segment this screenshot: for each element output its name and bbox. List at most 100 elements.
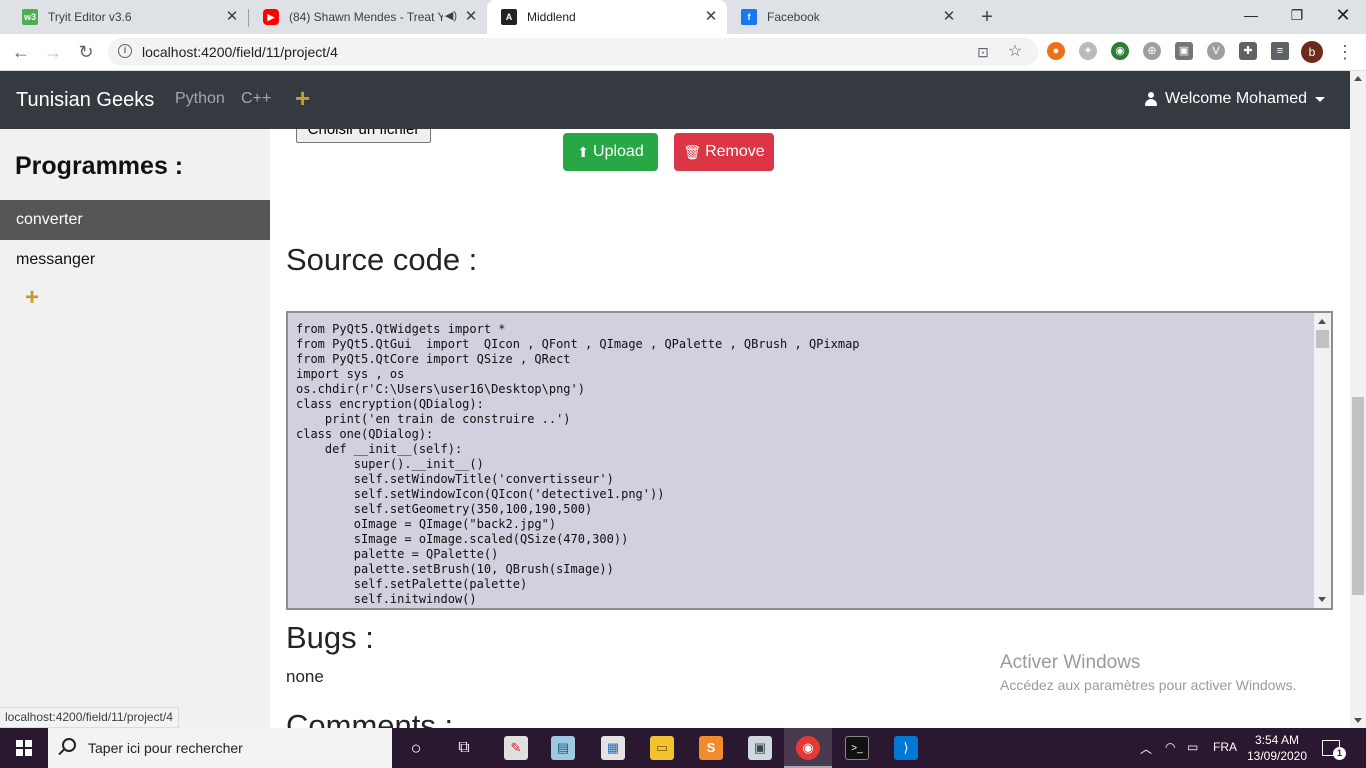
navbar-plus-button[interactable]: + bbox=[295, 85, 310, 111]
upload-icon: ⬆ bbox=[577, 144, 590, 160]
reload-button[interactable]: ↻ bbox=[74, 40, 98, 64]
code-scrollbar[interactable] bbox=[1314, 313, 1331, 608]
translate-icon[interactable]: ⊡ bbox=[974, 43, 992, 61]
address-bar[interactable]: i localhost:4200/field/11/project/4 ⊡ ☆ bbox=[108, 38, 1038, 66]
tab-title: Facebook bbox=[767, 10, 820, 24]
upload-button[interactable]: ⬆ Upload bbox=[563, 133, 658, 171]
new-tab-button[interactable]: + bbox=[976, 6, 998, 28]
welcome-user-dropdown[interactable]: Welcome Mohamed bbox=[1145, 90, 1325, 108]
forward-button[interactable]: → bbox=[41, 40, 65, 64]
page-scroll-thumb[interactable] bbox=[1352, 397, 1364, 595]
welcome-label: Welcome Mohamed bbox=[1165, 90, 1307, 107]
sidebar-item-converter[interactable]: converter bbox=[0, 200, 270, 240]
upload-label: Upload bbox=[593, 143, 644, 160]
page-scroll-up-icon[interactable] bbox=[1354, 76, 1362, 81]
tab-facebook[interactable]: f Facebook ✕ bbox=[727, 0, 965, 34]
cortana-icon[interactable]: ○ bbox=[404, 736, 428, 760]
tab-title: Tryit Editor v3.6 bbox=[48, 10, 132, 24]
site-info-icon[interactable]: i bbox=[118, 44, 132, 58]
remove-button[interactable]: 🗑 Remove bbox=[674, 133, 774, 171]
close-tab-icon[interactable]: ✕ bbox=[463, 9, 479, 25]
python-app-icon[interactable]: ▦ bbox=[601, 736, 625, 760]
brand-title[interactable]: Tunisian Geeks bbox=[16, 89, 154, 112]
extension-gear-icon[interactable]: ✦ bbox=[1079, 42, 1097, 60]
browser-menu-icon[interactable]: ⋮ bbox=[1336, 40, 1354, 64]
angular-icon: A bbox=[501, 9, 517, 25]
extension-lock-icon[interactable]: ▣ bbox=[1175, 42, 1193, 60]
browser-tab-strip: w3 Tryit Editor v3.6 ✕ ▶ (84) Shawn Mend… bbox=[0, 0, 1366, 34]
task-view-icon[interactable]: ⧉ bbox=[452, 736, 476, 760]
clock-time: 3:54 AM bbox=[1254, 733, 1300, 747]
paint-app-icon[interactable]: ✎ bbox=[504, 736, 528, 760]
source-code-text[interactable]: from PyQt5.QtWidgets import * from PyQt5… bbox=[296, 322, 860, 607]
back-button[interactable]: ← bbox=[9, 40, 33, 64]
extensions-puzzle-icon[interactable]: ✚ bbox=[1239, 42, 1257, 60]
terminal-icon[interactable]: >_ bbox=[845, 736, 869, 760]
tab-youtube[interactable]: ▶ (84) Shawn Mendes - Treat Y ◀) ✕ bbox=[249, 0, 487, 34]
page-scroll-down-icon[interactable] bbox=[1354, 718, 1362, 723]
browser-toolbar: ← → ↻ i localhost:4200/field/11/project/… bbox=[0, 34, 1366, 71]
youtube-icon: ▶ bbox=[263, 9, 279, 25]
close-window-button[interactable]: ✕ bbox=[1320, 0, 1366, 30]
chrome-icon[interactable]: ◉ bbox=[796, 736, 820, 760]
tab-middlend[interactable]: A Middlend ✕ bbox=[487, 0, 727, 34]
source-code-textarea[interactable]: from PyQt5.QtWidgets import * from PyQt5… bbox=[286, 311, 1333, 610]
tab-tryit-editor[interactable]: w3 Tryit Editor v3.6 ✕ bbox=[8, 0, 248, 34]
close-tab-icon[interactable]: ✕ bbox=[941, 9, 957, 25]
profile-avatar[interactable]: b bbox=[1301, 41, 1323, 63]
activate-windows-title: Activer Windows bbox=[1000, 652, 1141, 673]
trash-icon: 🗑 bbox=[683, 144, 702, 160]
notepad-app-icon[interactable]: ▤ bbox=[551, 736, 575, 760]
wifi-icon[interactable]: ◠ bbox=[1165, 740, 1175, 754]
w3schools-icon: w3 bbox=[22, 9, 38, 25]
scroll-up-icon[interactable] bbox=[1318, 319, 1326, 324]
restore-button[interactable]: ❐ bbox=[1274, 0, 1320, 30]
source-code-heading: Source code : bbox=[286, 242, 478, 277]
monitor-app-icon[interactable]: ▣ bbox=[748, 736, 772, 760]
taskbar-search[interactable]: Taper ici pour rechercher bbox=[48, 728, 392, 768]
activate-windows-subtitle: Accédez aux paramètres pour activer Wind… bbox=[1000, 677, 1297, 693]
bugs-heading: Bugs : bbox=[286, 620, 374, 655]
bookmark-star-icon[interactable]: ☆ bbox=[1006, 43, 1024, 61]
extension-firefox-icon[interactable]: ● bbox=[1047, 42, 1065, 60]
speaker-icon[interactable]: ◀) bbox=[445, 9, 457, 22]
file-explorer-icon[interactable]: ▭ bbox=[650, 736, 674, 760]
person-icon bbox=[1145, 92, 1157, 106]
facebook-icon: f bbox=[741, 9, 757, 25]
start-button[interactable] bbox=[0, 728, 48, 768]
dropdown-caret-icon bbox=[1314, 96, 1325, 102]
page-scrollbar[interactable] bbox=[1350, 71, 1366, 728]
language-indicator[interactable]: FRA bbox=[1213, 740, 1237, 754]
windows-logo-icon bbox=[16, 740, 32, 756]
windows-taskbar: Taper ici pour rechercher ○ ⧉ ✎ ▤ ▦ ▭ S … bbox=[0, 728, 1366, 768]
vscode-icon[interactable]: ⟩ bbox=[894, 736, 918, 760]
bugs-text: none bbox=[286, 667, 324, 686]
clock-date: 13/09/2020 bbox=[1246, 749, 1308, 763]
search-icon bbox=[62, 738, 76, 752]
extension-globe-icon[interactable]: ◉ bbox=[1111, 42, 1129, 60]
sidebar-title: Programmes : bbox=[15, 152, 184, 180]
extension-v-icon[interactable]: V bbox=[1207, 42, 1225, 60]
nav-cpp[interactable]: C++ bbox=[241, 90, 271, 108]
battery-icon[interactable]: ▭ bbox=[1187, 740, 1198, 754]
tab-title: (84) Shawn Mendes - Treat Y bbox=[289, 10, 443, 24]
search-placeholder: Taper ici pour rechercher bbox=[88, 740, 243, 756]
nav-python[interactable]: Python bbox=[175, 90, 225, 108]
close-tab-icon[interactable]: ✕ bbox=[224, 9, 240, 25]
tray-chevron-icon[interactable]: ︿ bbox=[1140, 740, 1152, 757]
add-program-button[interactable]: + bbox=[25, 286, 39, 310]
notification-badge: 1 bbox=[1333, 747, 1346, 760]
close-tab-icon[interactable]: ✕ bbox=[703, 9, 719, 25]
sublime-text-icon[interactable]: S bbox=[699, 736, 723, 760]
scroll-thumb[interactable] bbox=[1316, 330, 1329, 348]
minimize-button[interactable]: — bbox=[1228, 0, 1274, 30]
sidebar-item-messanger[interactable]: messanger bbox=[0, 240, 270, 280]
tab-title: Middlend bbox=[527, 10, 576, 24]
extension-web-icon[interactable]: ⊕ bbox=[1143, 42, 1161, 60]
sidebar: Programmes : converter messanger + bbox=[0, 129, 270, 728]
taskbar-clock[interactable]: 3:54 AM 13/09/2020 bbox=[1246, 732, 1308, 764]
url-text[interactable]: localhost:4200/field/11/project/4 bbox=[142, 44, 338, 60]
status-bar-url: localhost:4200/field/11/project/4 bbox=[0, 707, 179, 728]
media-control-icon[interactable]: ≡ bbox=[1271, 42, 1289, 60]
scroll-down-icon[interactable] bbox=[1318, 597, 1326, 602]
